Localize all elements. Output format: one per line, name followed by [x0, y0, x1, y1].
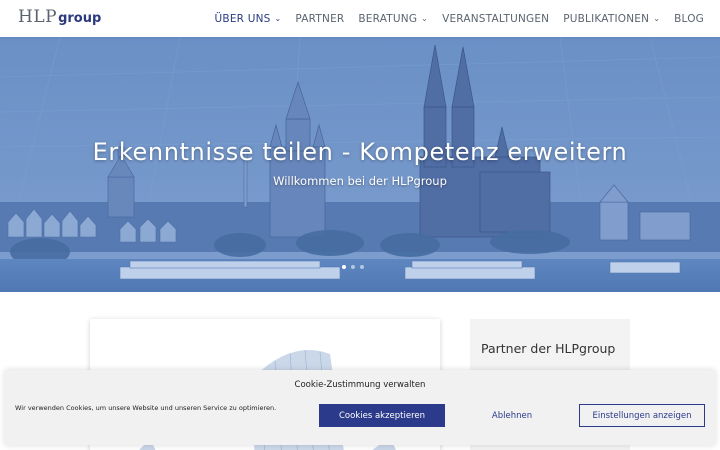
nav-label: BLOG	[674, 12, 704, 25]
site-header: HLP group ÜBER UNS ⌄ PARTNER BERATUNG ⌄ …	[0, 0, 720, 37]
nav-label: BERATUNG	[358, 12, 418, 25]
chevron-down-icon: ⌄	[274, 14, 282, 23]
slider-dot[interactable]	[360, 265, 364, 269]
slider-dot[interactable]	[351, 265, 355, 269]
nav-item-partner[interactable]: PARTNER	[295, 13, 344, 25]
hero-title: Erkenntnisse teilen - Kompetenz erweiter…	[92, 138, 628, 166]
nav-label: PUBLIKATIONEN	[563, 12, 650, 25]
nav-label: PARTNER	[295, 12, 345, 25]
nav-item-blog[interactable]: BLOG	[674, 13, 704, 25]
accept-cookies-button[interactable]: Cookies akzeptieren	[319, 404, 445, 427]
deny-cookies-button[interactable]: Ablehnen	[447, 404, 577, 427]
sidebar-title: Partner der HLPgroup	[481, 341, 616, 356]
nav-item-publikationen[interactable]: PUBLIKATIONEN ⌄	[563, 13, 660, 25]
main-nav: ÜBER UNS ⌄ PARTNER BERATUNG ⌄ VERANSTALT…	[215, 0, 704, 37]
nav-label: VERANSTALTUNGEN	[442, 12, 550, 25]
hero-slider: Erkenntnisse teilen - Kompetenz erweiter…	[0, 37, 720, 292]
cookie-banner: Cookie-Zustimmung verwalten Wir verwende…	[5, 370, 715, 445]
logo-main-text: HLP	[18, 7, 58, 27]
chevron-down-icon: ⌄	[421, 14, 429, 23]
cookie-title: Cookie-Zustimmung verwalten	[294, 380, 426, 390]
chevron-down-icon: ⌄	[653, 14, 661, 23]
site-logo[interactable]: HLP group	[18, 7, 101, 27]
slider-dots	[342, 265, 364, 269]
slider-dot[interactable]	[342, 265, 346, 269]
hero-subtitle: Willkommen bei der HLPgroup	[273, 174, 447, 188]
cookie-text: Wir verwenden Cookies, um unsere Website…	[15, 404, 277, 412]
cookie-settings-button[interactable]: Einstellungen anzeigen	[579, 404, 705, 427]
nav-item-ueber-uns[interactable]: ÜBER UNS ⌄	[215, 13, 282, 25]
logo-sub-text: group	[58, 11, 102, 26]
nav-item-beratung[interactable]: BERATUNG ⌄	[358, 13, 428, 25]
page: HLP group ÜBER UNS ⌄ PARTNER BERATUNG ⌄ …	[0, 0, 720, 450]
nav-item-veranstaltungen[interactable]: VERANSTALTUNGEN	[442, 13, 549, 25]
nav-label: ÜBER UNS	[214, 12, 271, 25]
